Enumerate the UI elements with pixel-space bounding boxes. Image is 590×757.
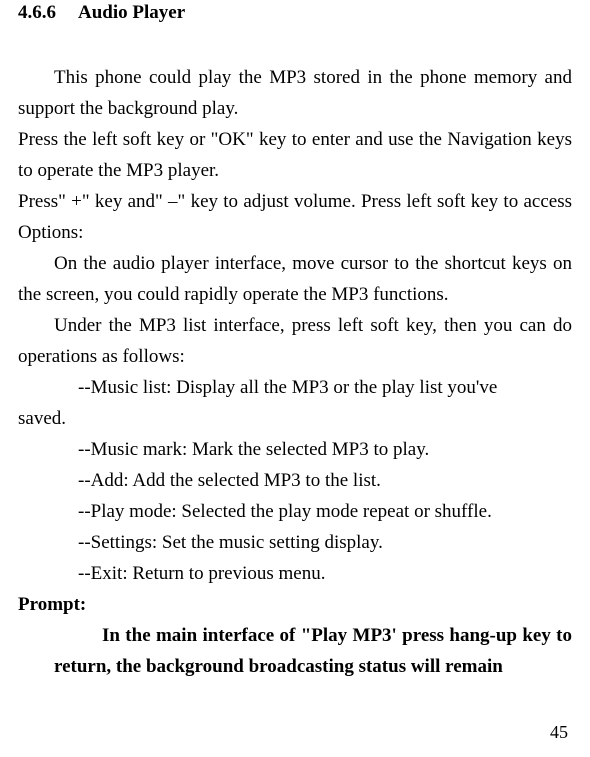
bullet-play-mode: --Play mode: Selected the play mode repe… xyxy=(18,496,572,527)
prompt-body: In the main interface of "Play MP3' pres… xyxy=(18,620,572,682)
document-page: 4.6.6 Audio Player This phone could play… xyxy=(0,0,590,757)
section-heading: 4.6.6 Audio Player xyxy=(18,0,572,24)
paragraph-cursor: On the audio player interface, move curs… xyxy=(18,248,572,310)
bullet-settings: --Settings: Set the music setting displa… xyxy=(18,527,572,558)
bullet-music-mark: --Music mark: Mark the selected MP3 to p… xyxy=(18,434,572,465)
paragraph-press-ok: Press the left soft key or "OK" key to e… xyxy=(18,124,572,186)
bullet-music-list-line2: saved. xyxy=(18,403,572,434)
section-number: 4.6.6 xyxy=(18,2,78,24)
page-number: 45 xyxy=(550,722,568,743)
bullet-music-list-line1: --Music list: Display all the MP3 or the… xyxy=(18,372,572,403)
prompt-label: Prompt: xyxy=(18,589,572,620)
bullet-add: --Add: Add the selected MP3 to the list. xyxy=(18,465,572,496)
bullet-exit: --Exit: Return to previous menu. xyxy=(18,558,572,589)
paragraph-intro: This phone could play the MP3 stored in … xyxy=(18,62,572,124)
section-title: Audio Player xyxy=(78,2,185,24)
paragraph-list-intro: Under the MP3 list interface, press left… xyxy=(18,310,572,372)
paragraph-press-plus: Press" +" key and" –" key to adjust volu… xyxy=(18,186,572,248)
